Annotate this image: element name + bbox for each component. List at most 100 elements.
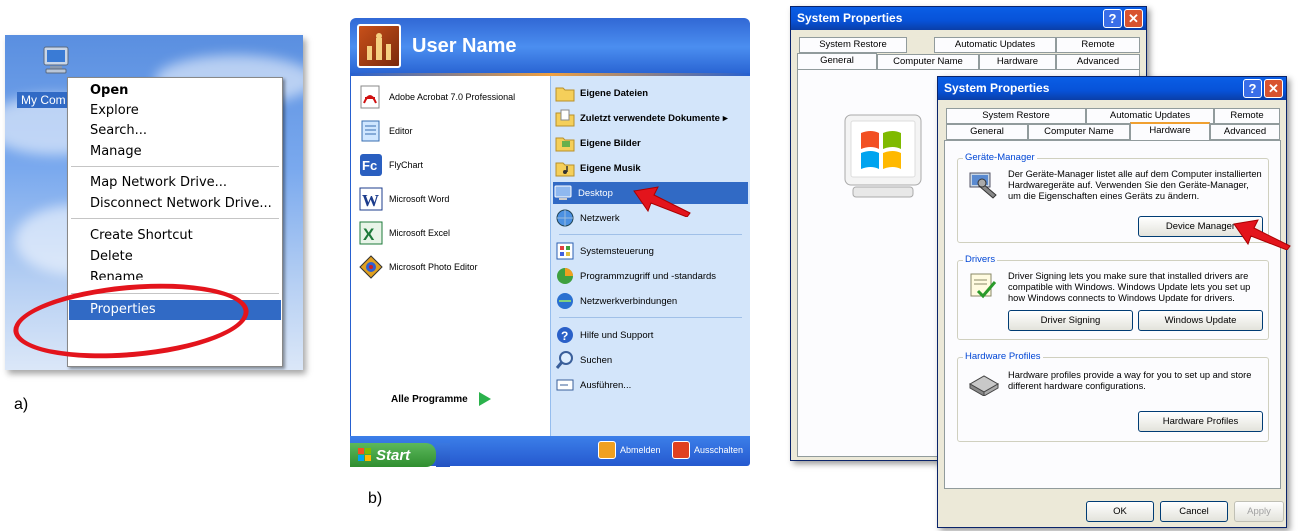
title-bar: System Properties [938, 77, 1286, 100]
places-separator [559, 234, 742, 235]
place-eigene-bilder[interactable]: Eigene Bilder [555, 132, 746, 154]
photo-editor-icon [359, 255, 383, 279]
logoff-button[interactable]: Abmelden [598, 441, 661, 459]
menu-item-disconnect-network-drive[interactable]: Disconnect Network Drive... [69, 194, 281, 214]
menu-item-search[interactable]: Search... [69, 121, 281, 141]
help-button[interactable]: ? [1243, 79, 1262, 98]
group-label: Geräte-Manager [963, 152, 1037, 163]
tab-general[interactable]: General [797, 53, 877, 70]
drivers-group: Drivers Driver Signing lets you make sur… [957, 254, 1269, 340]
windows-monitor-icon [844, 114, 922, 198]
close-button[interactable]: ✕ [1264, 79, 1283, 98]
places-separator [559, 317, 742, 318]
place-suchen[interactable]: Suchen [555, 349, 746, 371]
all-programs-button[interactable]: Alle Programme [391, 391, 492, 407]
red-arrow-icon [633, 186, 691, 217]
place-ausfuehren[interactable]: Ausführen... [555, 374, 746, 396]
program-acrobat[interactable]: Adobe Acrobat 7.0 Professional [359, 80, 515, 114]
place-recent-documents[interactable]: Zuletzt verwendete Dokumente ▸ [555, 107, 746, 129]
place-hilfe-support[interactable]: ? Hilfe und Support [555, 324, 746, 346]
tab-system-restore[interactable]: System Restore [946, 108, 1086, 124]
red-arrow-icon [1233, 219, 1291, 250]
tab-hardware[interactable]: Hardware [1130, 122, 1210, 141]
program-excel[interactable]: X Microsoft Excel [359, 216, 450, 250]
tab-general[interactable]: General [946, 124, 1028, 140]
place-eigene-dateien[interactable]: Eigene Dateien [555, 82, 746, 104]
my-computer-icon[interactable] [40, 45, 72, 75]
program-word[interactable]: W Microsoft Word [359, 182, 449, 216]
windows-flag-icon [358, 448, 371, 461]
menu-item-delete[interactable]: Delete [69, 247, 281, 267]
tab-computer-name[interactable]: Computer Name [877, 54, 979, 70]
place-programmzugriff[interactable]: Programmzugriff und -standards [555, 265, 746, 287]
tab-advanced[interactable]: Advanced [1210, 124, 1280, 140]
start-menu-header: User Name [350, 18, 750, 76]
tab-automatic-updates[interactable]: Automatic Updates [934, 37, 1056, 53]
tab-computer-name[interactable]: Computer Name [1028, 124, 1130, 140]
apply-button[interactable]: Apply [1234, 501, 1284, 522]
program-label: FlyChart [389, 160, 424, 170]
places-panel: Eigene Dateien Zuletzt verwendete Dokume… [550, 76, 750, 436]
taskbar [436, 443, 450, 467]
run-icon [556, 379, 574, 391]
driver-signing-button[interactable]: Driver Signing [1008, 310, 1133, 331]
tab-system-restore[interactable]: System Restore [799, 37, 907, 53]
tab-advanced[interactable]: Advanced [1056, 54, 1140, 70]
hardware-tab-panel: Geräte-Manager Der Geräte-Manager listet… [944, 140, 1281, 489]
program-flychart[interactable]: Fc FlyChart [359, 148, 423, 182]
my-computer-label[interactable]: My Com [17, 92, 70, 108]
excel-icon: X [359, 221, 383, 245]
word-icon: W [359, 187, 383, 211]
network-connections-icon [557, 293, 573, 309]
hardware-profiles-button[interactable]: Hardware Profiles [1138, 411, 1263, 432]
shutdown-button[interactable]: Ausschalten [672, 441, 743, 459]
group-description: Driver Signing lets you make sure that i… [1008, 271, 1251, 303]
windows-update-button[interactable]: Windows Update [1138, 310, 1263, 331]
user-name: User Name [412, 35, 517, 57]
close-button[interactable]: ✕ [1124, 9, 1143, 28]
user-avatar [357, 24, 401, 68]
place-eigene-musik[interactable]: Eigene Musik [555, 157, 746, 179]
device-manager-icon [969, 172, 997, 199]
menu-item-open[interactable]: Open [69, 81, 281, 101]
tab-remote[interactable]: Remote [1056, 37, 1140, 53]
search-icon [555, 351, 573, 369]
ok-button[interactable]: OK [1086, 501, 1154, 522]
tab-hardware[interactable]: Hardware [979, 54, 1056, 70]
program-editor[interactable]: Editor [359, 114, 413, 148]
place-systemsteuerung[interactable]: Systemsteuerung [555, 240, 746, 262]
help-icon: ? [557, 327, 573, 343]
program-label: Editor [389, 126, 413, 136]
place-label: Eigene Dateien [580, 87, 649, 99]
pictures-icon [555, 137, 575, 152]
menu-item-rename[interactable]: Rename [69, 268, 281, 280]
pinned-programs: Adobe Acrobat 7.0 Professional Editor Fc… [350, 76, 550, 436]
help-button[interactable]: ? [1103, 9, 1122, 28]
place-label: Netzwerk [580, 212, 620, 224]
menu-separator [71, 166, 279, 167]
menu-item-manage[interactable]: Manage [69, 142, 281, 162]
start-menu-screenshot: User Name Adobe Acrobat 7.0 Professional… [350, 18, 760, 467]
program-photo-editor[interactable]: Microsoft Photo Editor [359, 250, 478, 284]
tab-remote[interactable]: Remote [1214, 108, 1280, 124]
place-label: Systemsteuerung [580, 245, 654, 257]
place-label: Programmzugriff und -standards [580, 270, 717, 282]
start-button[interactable]: Start [350, 443, 436, 467]
cancel-button[interactable]: Cancel [1160, 501, 1228, 522]
place-label: Desktop [578, 187, 613, 199]
submenu-arrow-icon: ▸ [722, 112, 728, 124]
flychart-icon: Fc [360, 154, 382, 176]
desktop-screenshot: My Com Open Explore Search... Manage Map… [5, 35, 303, 370]
place-netzwerkverbindungen[interactable]: Netzwerkverbindungen [555, 290, 746, 312]
hardware-profiles-group: Hardware Profiles Hardware profiles prov… [957, 351, 1269, 442]
key-icon [598, 441, 616, 459]
menu-item-explore[interactable]: Explore [69, 101, 281, 121]
title-bar: System Properties [791, 7, 1146, 30]
shutdown-label: Ausschalten [694, 445, 744, 455]
menu-item-map-network-drive[interactable]: Map Network Drive... [69, 173, 281, 193]
program-label: Microsoft Word [389, 194, 450, 204]
caption-a: a) [14, 396, 29, 413]
menu-item-create-shortcut[interactable]: Create Shortcut [69, 226, 281, 246]
group-description: Der Geräte-Manager listet alle auf dem C… [1008, 169, 1262, 201]
network-icon [556, 209, 574, 227]
